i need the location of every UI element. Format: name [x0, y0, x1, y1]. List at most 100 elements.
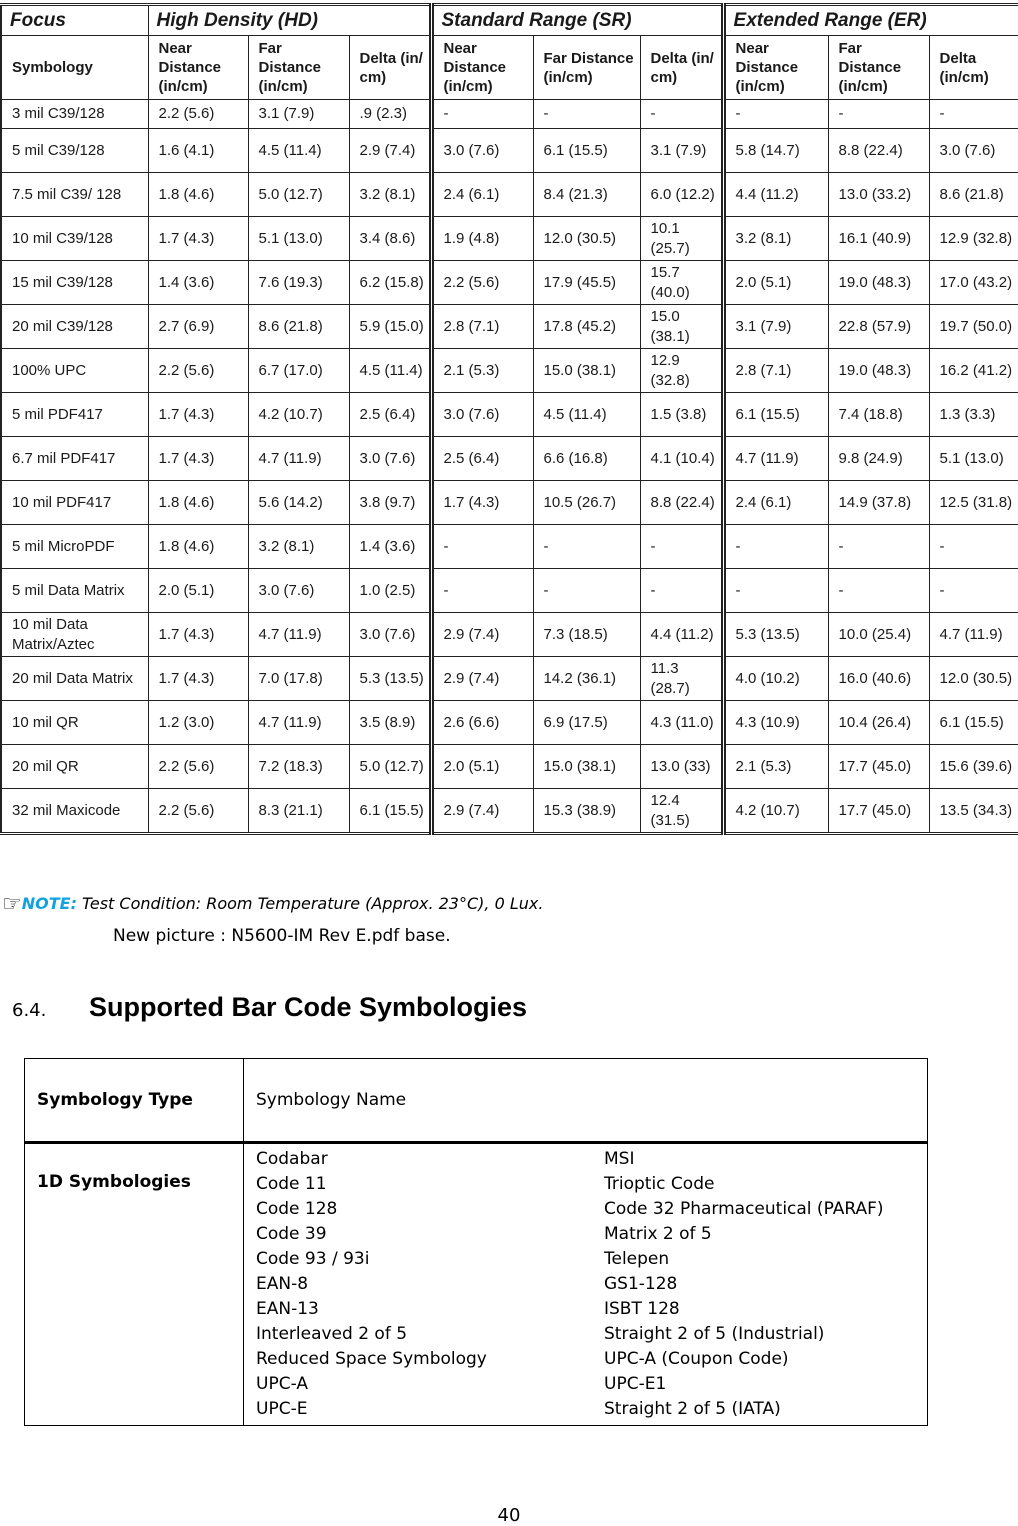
distance-cell: 1.0 (2.5): [348, 568, 432, 613]
symbology-cell: 20 mil Data Matrix: [0, 656, 149, 701]
distance-cell: 7.2 (18.3): [247, 744, 350, 789]
column-header: Near Distance (in/cm): [428, 35, 534, 100]
distance-cell: 17.9 (45.5): [532, 260, 641, 305]
symbology-table-header: Symbology Type Symbology Name: [24, 1058, 928, 1144]
distance-cell: 12.0 (30.5): [532, 216, 641, 261]
page-number: 40: [497, 1505, 521, 1526]
distance-cell: 4.5 (11.4): [532, 392, 641, 437]
distance-cell: 2.1 (5.3): [720, 744, 829, 789]
distance-cell: -: [720, 524, 829, 569]
distance-cell: 5.3 (13.5): [348, 656, 432, 701]
distance-cell: .9 (2.3): [348, 99, 432, 129]
distance-cell: 19.0 (48.3): [827, 260, 930, 305]
distance-cell: 8.8 (22.4): [639, 480, 724, 525]
distance-cell: 15.0 (38.1): [532, 348, 641, 393]
distance-cell: 4.7 (11.9): [720, 436, 829, 481]
table-row: 10 mil C39/128 1.7 (4.3) 5.1 (13.0) 3.4 (8.…: [0, 216, 1018, 261]
symbology-list-right: MSI Trioptic Code Code 32 Pharmaceutical (…: [604, 1147, 884, 1422]
symbology-cell: 7.5 mil C39/ 128: [0, 172, 149, 217]
distance-cell: 1.2 (3.0): [147, 700, 249, 745]
symbology-name: GS1-128: [604, 1274, 678, 1294]
symbology-name: UPC-E: [256, 1399, 308, 1419]
distance-cell: 6.1 (15.5): [720, 392, 829, 437]
distance-cell: 10.5 (26.7): [532, 480, 641, 525]
distance-cell: 6.1 (15.5): [928, 700, 1018, 745]
distance-cell: 19.0 (48.3): [827, 348, 930, 393]
distance-cell: 12.4 (31.5): [639, 788, 724, 834]
table-row: 20 mil Data Matrix 1.7 (4.3) 7.0 (17.8) 5.3…: [0, 656, 1018, 701]
distance-cell: 4.7 (11.9): [247, 612, 350, 657]
column-header: Delta (in/ cm): [639, 35, 724, 100]
symbology-name: ISBT 128: [604, 1299, 680, 1319]
symbology-cell: 6.7 mil PDF417: [0, 436, 149, 481]
distance-cell: 3.0 (7.6): [428, 392, 534, 437]
distance-cell: 14.2 (36.1): [532, 656, 641, 701]
group-header-sr: Standard Range (SR): [428, 4, 724, 36]
distance-cell: 2.2 (5.6): [147, 99, 249, 129]
distance-cell: 12.5 (31.8): [928, 480, 1018, 525]
distance-cell: 10.4 (26.4): [827, 700, 930, 745]
symbology-list-left: Codabar Code 11 Code 128 Code 39 Code 93 / 9…: [256, 1147, 604, 1422]
group-header-er: Extended Range (ER): [720, 4, 1018, 36]
symbology-name: Code 128: [256, 1199, 338, 1219]
distance-cell: 1.7 (4.3): [147, 436, 249, 481]
distance-cell: -: [639, 568, 724, 613]
symbology-name: UPC-A: [256, 1374, 308, 1394]
distance-cell: 11.3 (28.7): [639, 656, 724, 701]
symbology-name: MSI: [604, 1149, 635, 1169]
table-row: 100% UPC 2.2 (5.6) 6.7 (17.0) 4.5 (11.4) 2.1…: [0, 348, 1018, 393]
distance-cell: 1.9 (4.8): [428, 216, 534, 261]
group-header-focus: Focus: [0, 4, 149, 36]
distance-cell: 5.9 (15.0): [348, 304, 432, 349]
symbology-name: Code 32 Pharmaceutical (PARAF): [604, 1199, 884, 1219]
distance-cell: 2.5 (6.4): [348, 392, 432, 437]
distance-cell: 12.9 (32.8): [928, 216, 1018, 261]
distance-cell: 3.0 (7.6): [928, 128, 1018, 173]
distance-cell: 6.1 (15.5): [348, 788, 432, 834]
distance-cell: 1.4 (3.6): [147, 260, 249, 305]
distance-cell: 5.1 (13.0): [247, 216, 350, 261]
distance-cell: 7.3 (18.5): [532, 612, 641, 657]
table-row: 32 mil Maxicode 2.2 (5.6) 8.3 (21.1) 6.1 (1…: [0, 788, 1018, 834]
distance-cell: 8.3 (21.1): [247, 788, 350, 834]
distance-cell: -: [720, 99, 829, 129]
symbology-cell: 5 mil MicroPDF: [0, 524, 149, 569]
distance-cell: 22.8 (57.9): [827, 304, 930, 349]
distance-cell: 1.8 (4.6): [147, 480, 249, 525]
symbology-name: Code 39: [256, 1224, 327, 1244]
distance-cell: 13.5 (34.3): [928, 788, 1018, 834]
distance-cell: -: [639, 99, 724, 129]
distance-cell: 7.6 (19.3): [247, 260, 350, 305]
distance-cell: 3.0 (7.6): [428, 128, 534, 173]
distance-cell: 1.5 (3.8): [639, 392, 724, 437]
column-header: Near Distance (in/cm): [147, 35, 249, 100]
distance-cell: 4.4 (11.2): [639, 612, 724, 657]
distance-cell: -: [928, 524, 1018, 569]
distance-cell: 2.4 (6.1): [428, 172, 534, 217]
distance-cell: -: [827, 99, 930, 129]
symbology-name: UPC-E1: [604, 1374, 667, 1394]
distance-cell: -: [928, 99, 1018, 129]
distance-cell: 16.2 (41.2): [928, 348, 1018, 393]
distance-cell: 17.0 (43.2): [928, 260, 1018, 305]
symbology-cell: 10 mil C39/128: [0, 216, 149, 261]
distance-cell: 4.3 (10.9): [720, 700, 829, 745]
symbology-cell: 3 mil C39/128: [0, 99, 149, 129]
table-row: 20 mil C39/128 2.7 (6.9) 8.6 (21.8) 5.9 (15…: [0, 304, 1018, 349]
distance-cell: 4.3 (11.0): [639, 700, 724, 745]
symbology-type-1d: 1D Symbologies: [24, 1142, 244, 1426]
distance-cell: 2.9 (7.4): [428, 788, 534, 834]
distance-cell: 4.1 (10.4): [639, 436, 724, 481]
distance-cell: 2.7 (6.9): [147, 304, 249, 349]
distance-cell: 1.8 (4.6): [147, 524, 249, 569]
column-header: Near Distance (in/cm): [720, 35, 829, 100]
distance-cell: 3.1 (7.9): [639, 128, 724, 173]
distance-cell: 3.0 (7.6): [348, 612, 432, 657]
distance-cell: 1.7 (4.3): [147, 612, 249, 657]
column-header: Delta (in/cm): [928, 35, 1018, 100]
distance-cell: 1.4 (3.6): [348, 524, 432, 569]
distance-cell: 15.6 (39.6): [928, 744, 1018, 789]
distance-cell: 2.0 (5.1): [720, 260, 829, 305]
symbology-cell: 20 mil C39/128: [0, 304, 149, 349]
distance-cell: 1.3 (3.3): [928, 392, 1018, 437]
